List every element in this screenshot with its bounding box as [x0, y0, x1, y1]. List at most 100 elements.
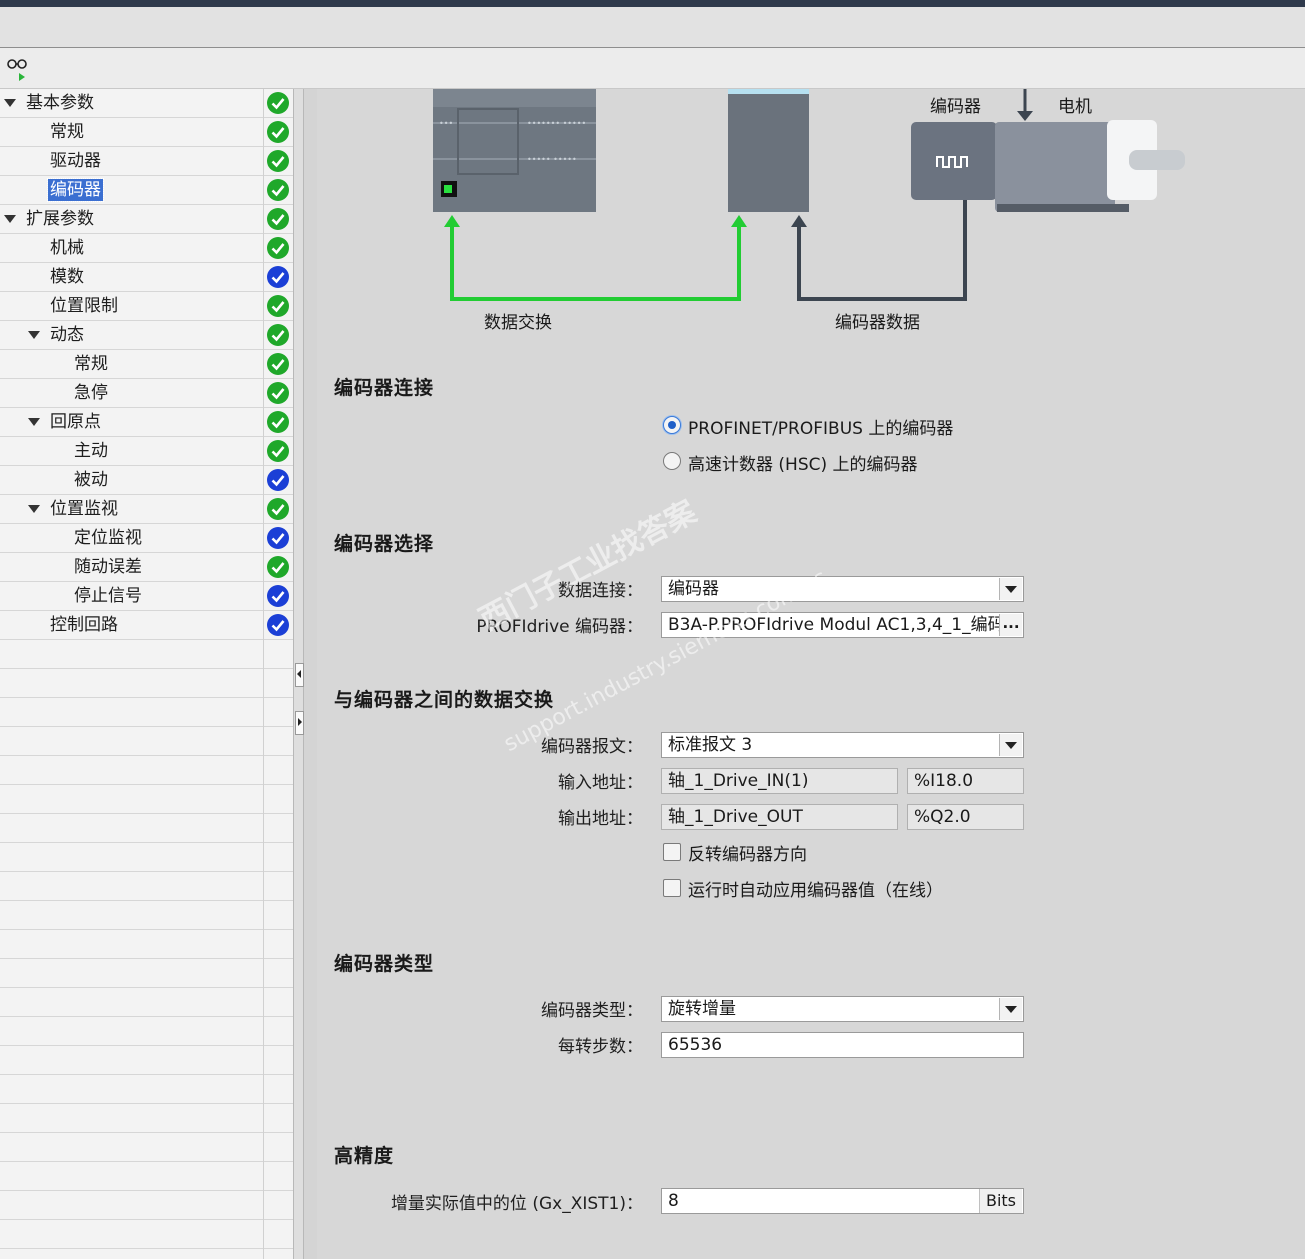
- status-check-icon: [267, 208, 289, 230]
- arrow-right-icon: [298, 718, 302, 726]
- nav-item-label[interactable]: 基本参数: [24, 92, 96, 114]
- data-connection-label: 数据连接：: [558, 581, 643, 601]
- status-check-icon: [267, 614, 289, 636]
- encoder-type-title: 编码器类型: [334, 953, 435, 975]
- nav-item[interactable]: 动态: [0, 321, 293, 349]
- nav-item[interactable]: 常规: [0, 350, 293, 378]
- browse-encoder-button[interactable]: ...: [999, 614, 1022, 636]
- data-connection-dropdown[interactable]: 编码器: [661, 576, 1024, 602]
- nav-item[interactable]: 机械: [0, 234, 293, 262]
- profidrive-encoder-field[interactable]: B3A-P.PROFIdrive Modul AC1,3,4_1_编码器 ...: [661, 612, 1024, 638]
- auto-apply-checkbox[interactable]: [663, 879, 681, 897]
- nav-item-label[interactable]: 驱动器: [48, 150, 103, 172]
- nav-item[interactable]: 驱动器: [0, 147, 293, 175]
- encoder-telegram-label: 编码器报文：: [541, 737, 643, 757]
- diagram-encoder-label: 编码器: [930, 97, 981, 117]
- input-address-label: 输入地址：: [558, 773, 643, 793]
- radio-hsc-encoder-label[interactable]: 高速计数器 (HSC) 上的编码器: [688, 450, 918, 475]
- nav-item[interactable]: 急停: [0, 379, 293, 407]
- nav-item[interactable]: 扩展参数: [0, 205, 293, 233]
- nav-item-label[interactable]: 急停: [72, 382, 110, 404]
- nav-item-label[interactable]: 常规: [48, 121, 86, 143]
- status-check-icon: [267, 121, 289, 143]
- status-check-icon: [267, 295, 289, 317]
- nav-item-label[interactable]: 常规: [72, 353, 110, 375]
- nav-item-label[interactable]: 扩展参数: [24, 208, 96, 230]
- expand-arrow-icon[interactable]: [4, 99, 16, 107]
- profidrive-encoder-value: B3A-P.PROFIdrive Modul AC1,3,4_1_编码器: [668, 615, 1022, 635]
- nav-item-label[interactable]: 控制回路: [48, 614, 120, 636]
- dropdown-arrow-button[interactable]: [999, 998, 1022, 1020]
- radio-profinet-encoder[interactable]: [663, 416, 681, 434]
- profidrive-encoder-label: PROFIdrive 编码器：: [476, 617, 643, 637]
- plc-device-icon: ••• ••••••• ••••• ••••• •••••: [433, 89, 596, 212]
- nav-item[interactable]: 模数: [0, 263, 293, 291]
- nav-item[interactable]: 停止信号: [0, 582, 293, 610]
- nav-item-label[interactable]: 随动误差: [72, 556, 144, 578]
- nav-item[interactable]: 位置监视: [0, 495, 293, 523]
- nav-item-label[interactable]: 停止信号: [72, 585, 144, 607]
- nav-item[interactable]: 控制回路: [0, 611, 293, 639]
- radio-profinet-encoder-label[interactable]: PROFINET/PROFIBUS 上的编码器: [688, 414, 953, 439]
- dropdown-arrow-button[interactable]: [999, 734, 1022, 756]
- nav-item[interactable]: 位置限制: [0, 292, 293, 320]
- nav-item[interactable]: 基本参数: [0, 89, 293, 117]
- nav-item-label[interactable]: 位置监视: [48, 498, 120, 520]
- status-check-icon: [267, 266, 289, 288]
- data-connection-value: 编码器: [668, 579, 719, 599]
- radio-hsc-encoder[interactable]: [663, 452, 681, 470]
- output-address-name-field: 轴_1_Drive_OUT: [661, 804, 898, 830]
- status-check-icon: [267, 92, 289, 114]
- secondary-toolbar: [0, 48, 1305, 89]
- collapse-left-button[interactable]: [295, 663, 304, 687]
- diagram-encoder-data-label: 编码器数据: [835, 313, 920, 333]
- status-check-icon: [267, 353, 289, 375]
- nav-item[interactable]: 回原点: [0, 408, 293, 436]
- invert-direction-checkbox[interactable]: [663, 843, 681, 861]
- expand-arrow-icon[interactable]: [28, 505, 40, 513]
- chevron-down-icon: [1005, 742, 1017, 749]
- encoder-type-dropdown[interactable]: 旋转增量: [661, 996, 1024, 1022]
- nav-item[interactable]: 随动误差: [0, 553, 293, 581]
- expand-arrow-icon[interactable]: [28, 331, 40, 339]
- svg-text:•••: •••: [439, 119, 453, 128]
- encoder-telegram-dropdown[interactable]: 标准报文 3: [661, 732, 1024, 758]
- data-exchange-link: [450, 225, 741, 301]
- dropdown-arrow-button[interactable]: [999, 578, 1022, 600]
- svg-text:••••••• •••••: ••••••• •••••: [527, 119, 586, 128]
- bits-input[interactable]: 8 Bits: [661, 1188, 1024, 1214]
- encoder-connection-title: 编码器连接: [334, 377, 435, 399]
- nav-item-label[interactable]: 编码器: [47, 178, 104, 202]
- nav-item-label[interactable]: 被动: [72, 469, 110, 491]
- nav-item[interactable]: 编码器: [0, 176, 293, 204]
- monitor-glasses-icon[interactable]: [4, 54, 32, 82]
- nav-item-label[interactable]: 动态: [48, 324, 86, 346]
- bits-unit: Bits: [978, 1189, 1022, 1213]
- nav-item-label[interactable]: 回原点: [48, 411, 103, 433]
- nav-item-label[interactable]: 位置限制: [48, 295, 120, 317]
- expand-right-button[interactable]: [295, 711, 304, 735]
- input-address-name-field: 轴_1_Drive_IN(1): [661, 768, 898, 794]
- nav-item-label[interactable]: 模数: [48, 266, 86, 288]
- panel-splitter[interactable]: [293, 89, 304, 1259]
- nav-item-label[interactable]: 主动: [72, 440, 110, 462]
- nav-item[interactable]: 常规: [0, 118, 293, 146]
- nav-item[interactable]: 主动: [0, 437, 293, 465]
- nav-status-column-divider: [263, 89, 264, 1259]
- steps-per-rev-input[interactable]: 65536: [661, 1032, 1024, 1058]
- nav-item-label[interactable]: 机械: [48, 237, 86, 259]
- nav-item-label[interactable]: 定位监视: [72, 527, 144, 549]
- nav-item[interactable]: 被动: [0, 466, 293, 494]
- input-address-field: %I18.0: [907, 768, 1024, 794]
- encoder-selection-title: 编码器选择: [334, 533, 435, 555]
- status-check-icon: [267, 179, 289, 201]
- expand-arrow-icon[interactable]: [4, 215, 16, 223]
- parameter-navigation-tree: 基本参数 常规 驱动器 编码器 扩展参数 机械 模数 位置限制 动态 常规 急停 回原点 主动 被动 位置监…: [0, 89, 293, 1259]
- auto-apply-label[interactable]: 运行时自动应用编码器值（在线）: [688, 876, 943, 901]
- invert-direction-label[interactable]: 反转编码器方向: [688, 840, 807, 865]
- output-address-field: %Q2.0: [907, 804, 1024, 830]
- expand-arrow-icon[interactable]: [28, 418, 40, 426]
- status-check-icon: [267, 585, 289, 607]
- steps-per-rev-label: 每转步数：: [558, 1037, 643, 1057]
- nav-item[interactable]: 定位监视: [0, 524, 293, 552]
